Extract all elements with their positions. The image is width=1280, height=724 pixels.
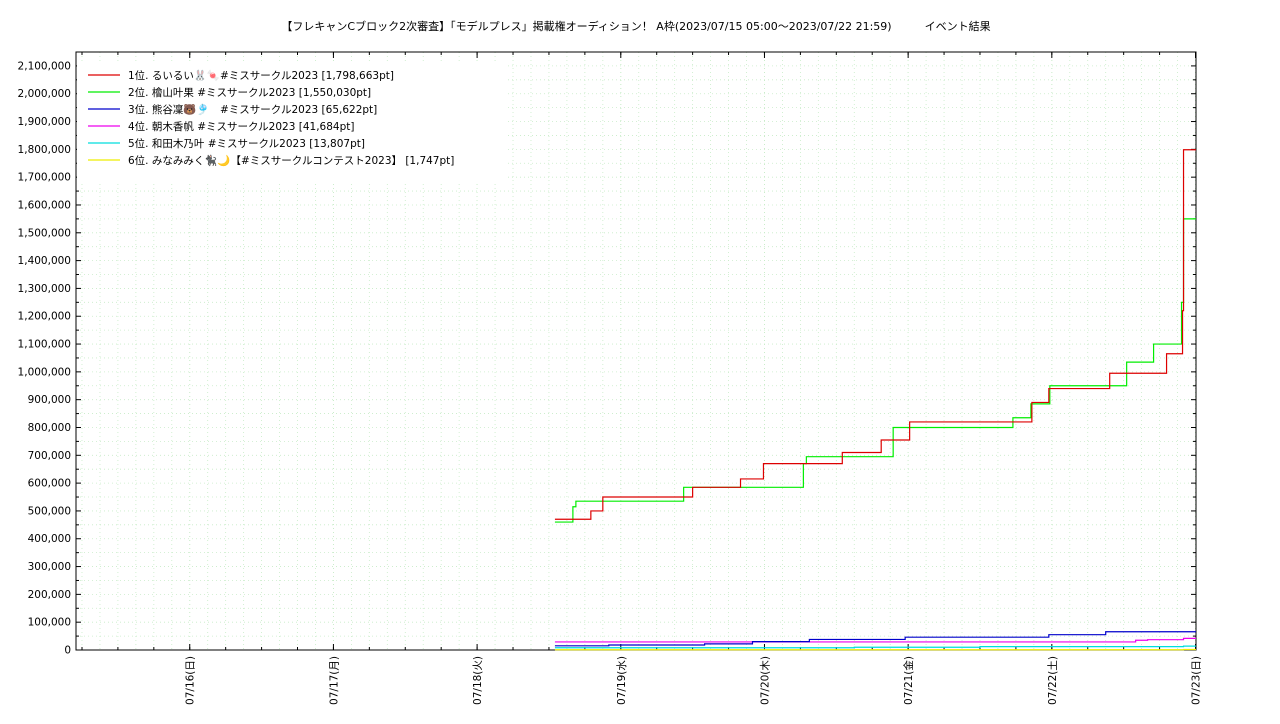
y-tick-label: 900,000 [28,394,71,406]
chart-title: 【フレキャンCブロック2次審査】「モデルプレス」掲載権オーディション！ A枠(2… [281,19,990,33]
y-tick-label: 1,000,000 [18,366,71,378]
y-tick-label: 400,000 [28,533,71,545]
line-chart: 【フレキャンCブロック2次審査】「モデルプレス」掲載権オーディション！ A枠(2… [0,0,1280,720]
x-tick-label: 07/17(月) [328,656,340,705]
y-tick-label: 300,000 [28,561,71,573]
y-tick-label: 1,600,000 [18,199,71,211]
y-tick-label: 1,200,000 [18,311,71,323]
y-tick-label: 600,000 [28,478,71,490]
x-tick-label: 07/21(金) [902,656,915,705]
chart-container: 【フレキャンCブロック2次審査】「モデルプレス」掲載権オーディション！ A枠(2… [0,0,1280,720]
y-tick-label: 700,000 [28,450,71,462]
y-tick-label: 1,500,000 [18,227,71,239]
legend-label: 2位. 檜山叶果 #ミスサークル2023 [1,550,030pt] [128,86,371,99]
x-tick-label: 07/23(日) [1191,656,1203,705]
y-tick-label: 800,000 [28,422,71,434]
x-tick-label: 07/19(水) [616,656,628,705]
y-tick-label: 1,100,000 [18,339,71,351]
legend-label: 3位. 熊谷凜🐻🎐 #ミスサークル2023 [65,622pt] [128,103,377,116]
x-tick-label: 07/16(日) [185,656,197,705]
y-tick-label: 1,800,000 [18,144,71,156]
y-tick-label: 1,700,000 [18,172,71,184]
y-tick-label: 1,900,000 [18,116,71,128]
y-tick-label: 0 [64,645,71,657]
y-tick-label: 500,000 [28,505,71,517]
legend-label: 6位. みなみみく🐈‍⬛🌙【#ミスサークルコンテスト2023】 [1,747pt… [128,154,454,167]
x-tick-label: 07/20(木) [759,656,771,705]
y-tick-label: 200,000 [28,589,71,601]
x-tick-label: 07/18(火) [472,656,484,705]
legend-label: 1位. るいるい🐰🍬#ミスサークル2023 [1,798,663pt] [128,69,394,82]
y-tick-label: 2,100,000 [18,60,71,72]
legend-label: 4位. 朝木香帆 #ミスサークル2023 [41,684pt] [128,120,354,133]
x-tick-label: 07/22(土) [1046,656,1059,705]
y-tick-label: 1,400,000 [18,255,71,267]
y-tick-label: 100,000 [28,617,71,629]
y-tick-label: 2,000,000 [18,88,71,100]
legend: 1位. るいるい🐰🍬#ミスサークル2023 [1,798,663pt] 2位. 檜… [77,62,507,182]
legend-label: 5位. 和田木乃叶 #ミスサークル2023 [13,807pt] [128,137,365,150]
y-tick-label: 1,300,000 [18,283,71,295]
